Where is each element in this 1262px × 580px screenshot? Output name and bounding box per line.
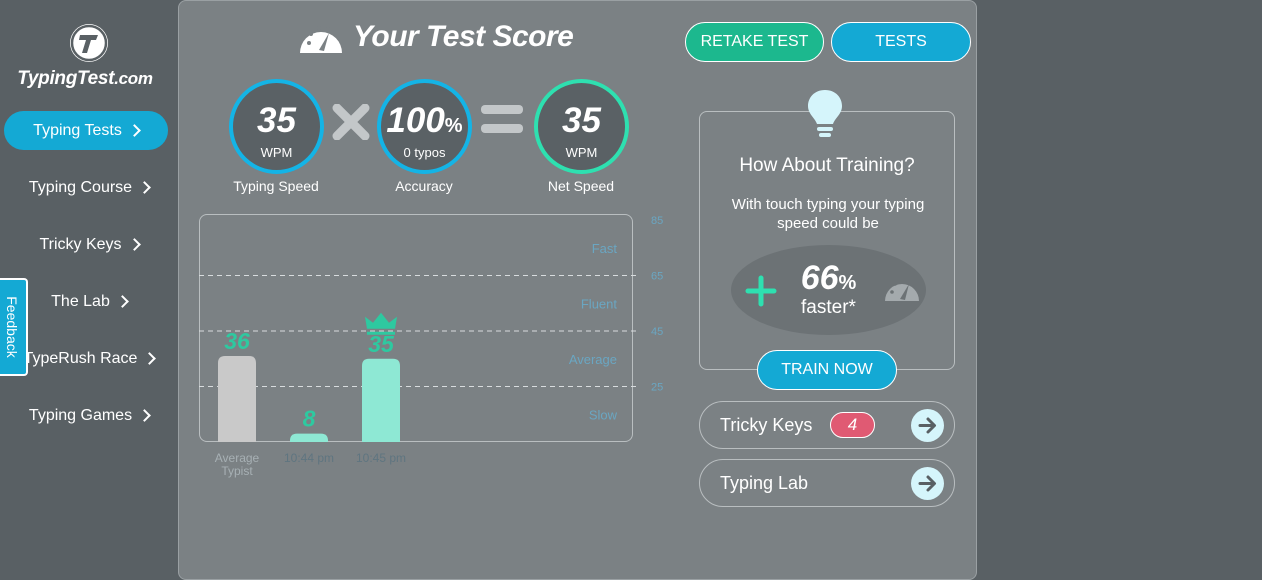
multiply-icon: [332, 104, 370, 140]
net-speed-caption: Net Speed: [547, 178, 615, 194]
sidebar-item-label: Typing Games: [28, 406, 133, 424]
sidebar-item-label: Tricky Keys: [39, 235, 122, 253]
page-title-text: Your Test Score: [353, 20, 574, 53]
arrow-right-icon[interactable]: [911, 409, 944, 442]
y-tick-label: 65: [651, 271, 663, 283]
tests-button[interactable]: TESTS: [831, 22, 971, 62]
accuracy-caption: Accuracy: [395, 178, 453, 194]
net-speed-unit: WPM: [565, 145, 598, 160]
chevron-right-icon: [115, 295, 129, 308]
band-label: Fluent: [581, 296, 618, 311]
feedback-label: Feedback: [4, 296, 20, 358]
typing-speed-circle: 35 WPM: [229, 79, 324, 174]
tricky-keys-badge: 4: [830, 412, 875, 438]
chevron-right-icon: [127, 238, 141, 251]
chevron-right-icon: [127, 124, 141, 137]
training-panel: How About Training? With touch typing yo…: [699, 111, 955, 370]
typing-speed-caption: Typing Speed: [233, 178, 319, 194]
net-speed-value: 35: [562, 101, 601, 140]
chevron-right-icon: [138, 181, 151, 194]
accuracy-percent-sign: %: [444, 115, 463, 137]
speed-chart: 25456585SlowAverageFluentFast36AverageTy…: [199, 215, 663, 478]
logo[interactable]: TypingTest.com: [0, 24, 178, 90]
typing-lab-label: Typing Lab: [720, 473, 809, 493]
logo-text: TypingTest.com: [0, 68, 178, 90]
x-tick-label: 10:44 pm: [284, 451, 334, 465]
train-now-button[interactable]: TRAIN NOW: [757, 350, 897, 390]
bar-value-label: 8: [303, 406, 316, 432]
typing-speed-unit: WPM: [260, 145, 293, 160]
sidebar-item-label: Typing Course: [28, 178, 133, 196]
y-tick-label: 45: [651, 326, 663, 338]
x-tick-label: Average: [215, 451, 260, 465]
logo-t-icon: [70, 24, 108, 62]
faster-bubble: 66% faster*: [731, 245, 926, 335]
y-tick-label: 85: [651, 215, 663, 227]
band-label: Average: [569, 352, 617, 367]
tricky-keys-link[interactable]: Tricky Keys 4: [699, 401, 955, 449]
band-label: Slow: [589, 407, 618, 422]
typos-count: 0 typos: [403, 145, 446, 160]
chevron-right-icon: [138, 409, 151, 422]
sidebar-item-label: The Lab: [51, 292, 110, 310]
speedometer-icon: [885, 278, 919, 301]
y-tick-label: 25: [651, 382, 663, 394]
training-text: With touch typing your typing speed coul…: [731, 196, 925, 232]
net-speed-circle: 35 WPM: [534, 79, 629, 174]
x-tick-label: Typist: [221, 464, 253, 478]
x-tick-label: 10:45 pm: [356, 451, 406, 465]
band-label: Fast: [592, 241, 618, 256]
page-title: Your Test Score: [297, 19, 574, 55]
equals-icon: [481, 105, 523, 143]
score-card: Your Test Score RETAKE TEST TESTS 35 WPM…: [178, 0, 977, 580]
chevron-right-icon: [143, 352, 157, 365]
bar-value-label: 36: [224, 328, 250, 354]
sidebar-item-label: TypeRush Race: [23, 349, 138, 367]
feedback-tab[interactable]: Feedback: [0, 278, 28, 376]
arrow-right-icon[interactable]: [911, 467, 944, 500]
accuracy-circle: 100% 0 typos: [377, 79, 472, 174]
retake-test-button[interactable]: RETAKE TEST: [685, 22, 824, 62]
tricky-keys-label: Tricky Keys: [720, 415, 813, 435]
chart-bar: [290, 433, 328, 442]
faster-percent-sign: %: [838, 272, 857, 294]
chart-bar: [218, 355, 256, 442]
accuracy-number: 100: [386, 101, 445, 140]
training-title: How About Training?: [739, 155, 915, 176]
typing-speed-value: 35: [257, 101, 296, 140]
chart-bar: [362, 358, 400, 442]
speedometer-icon: [300, 26, 342, 53]
logo-name: TypingTest: [17, 68, 115, 89]
sidebar-item-typing-tests[interactable]: Typing Tests: [4, 111, 168, 150]
logo-domain: .com: [114, 69, 153, 88]
sidebar-item-typing-course[interactable]: Typing Course: [0, 168, 178, 207]
accuracy-value: 100%: [381, 101, 468, 141]
sidebar-item-tricky-keys[interactable]: Tricky Keys: [0, 225, 178, 264]
lightbulb-icon: [808, 90, 842, 137]
sidebar-item-label: Typing Tests: [33, 121, 122, 139]
faster-percent-number: 66: [800, 259, 839, 297]
sidebar-item-typing-games[interactable]: Typing Games: [0, 396, 178, 435]
typing-lab-link[interactable]: Typing Lab: [699, 459, 955, 507]
